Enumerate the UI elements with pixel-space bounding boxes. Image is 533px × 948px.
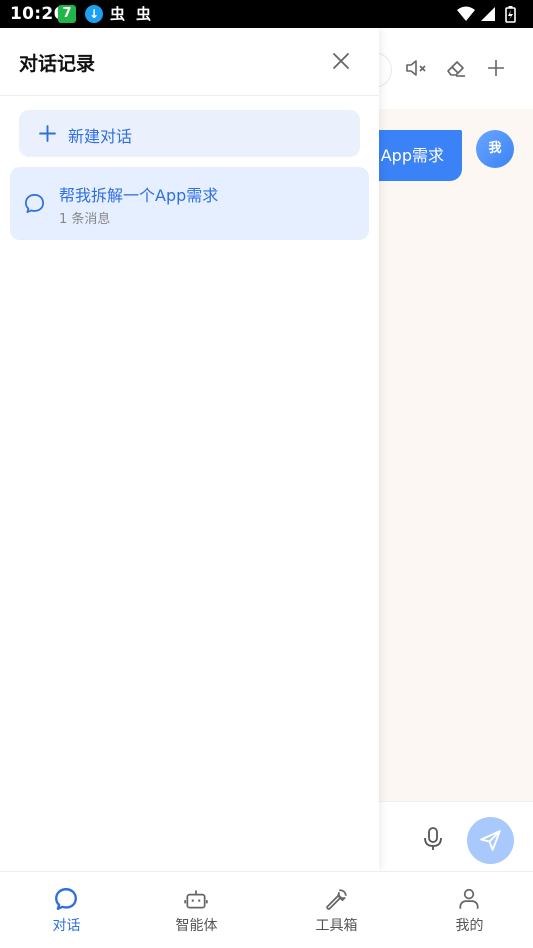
app-notification-icon: 7 xyxy=(58,5,76,23)
person-icon xyxy=(459,888,479,909)
close-icon[interactable] xyxy=(330,50,352,72)
status-bar: 10:26 7 ↓ 虫 虫 xyxy=(0,0,533,28)
nav-label: 工具箱 xyxy=(315,918,358,934)
conversation-title: 帮我拆解一个App需求 xyxy=(59,186,219,205)
nav-item-mine[interactable]: 我的 xyxy=(403,872,533,948)
bottom-nav: 对话 智能体 工具箱 我的 xyxy=(0,871,533,948)
bug-icon: 虫 xyxy=(136,5,152,23)
new-chat-button[interactable]: 新建对话 xyxy=(19,110,360,157)
drawer-scrim[interactable] xyxy=(379,28,533,871)
nav-label: 对话 xyxy=(52,918,81,934)
bug-icon: 虫 xyxy=(110,5,126,23)
wrench-icon xyxy=(326,889,347,910)
chat-bubble-icon xyxy=(55,888,77,910)
robot-icon xyxy=(184,890,208,909)
plus-icon xyxy=(39,125,56,142)
conversation-message-count: 1 条消息 xyxy=(59,212,111,227)
nav-item-agents[interactable]: 智能体 xyxy=(130,872,263,948)
history-drawer: 对话记录 新建对话 帮我拆解一个App需求 1 条消息 xyxy=(0,28,379,871)
new-chat-label: 新建对话 xyxy=(68,127,133,146)
system-status-icons xyxy=(457,6,516,23)
nav-item-chat[interactable]: 对话 xyxy=(0,872,133,948)
drawer-header: 对话记录 xyxy=(0,28,379,96)
conversation-item[interactable]: 帮我拆解一个App需求 1 条消息 xyxy=(10,167,369,240)
drawer-title: 对话记录 xyxy=(19,53,96,75)
chat-bubble-icon xyxy=(25,194,44,213)
nav-item-toolbox[interactable]: 工具箱 xyxy=(270,872,403,948)
download-icon: ↓ xyxy=(85,5,103,23)
nav-label: 我的 xyxy=(455,918,484,934)
nav-label: 智能体 xyxy=(175,918,218,934)
